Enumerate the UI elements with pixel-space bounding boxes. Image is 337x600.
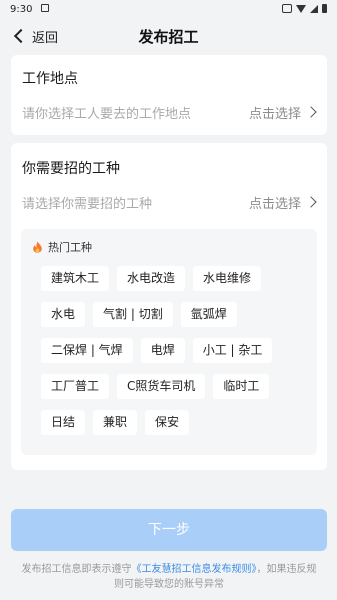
job-type-select-action[interactable]: 点击选择 bbox=[249, 193, 301, 212]
hot-job-types-title: 热门工种 bbox=[32, 239, 92, 255]
job-tag[interactable]: 兼职 bbox=[93, 410, 138, 435]
job-type-card: 你需要招的工种 请选择你需要招的工种 点击选择 热门工种 建筑木工 水电改造 水… bbox=[11, 143, 327, 470]
tag-row: 工厂普工 C照货车司机 临时工 bbox=[41, 374, 270, 399]
location-heading: 工作地点 bbox=[22, 71, 78, 87]
job-tag[interactable]: 小工 | 杂工 bbox=[192, 338, 273, 363]
location-select-row[interactable]: 请你选择工人要去的工作地点 点击选择 bbox=[22, 101, 317, 123]
job-tag[interactable]: 建筑木工 bbox=[41, 266, 110, 291]
status-icons bbox=[282, 4, 327, 13]
signal-icon bbox=[310, 4, 318, 13]
chevron-left-icon bbox=[13, 28, 29, 44]
job-tag[interactable]: 工厂普工 bbox=[41, 374, 110, 399]
vibrate-icon bbox=[282, 4, 292, 13]
job-tag[interactable]: 水电 bbox=[41, 302, 86, 327]
job-tag[interactable]: 电焊 bbox=[140, 338, 185, 363]
back-button[interactable]: 返回 bbox=[12, 26, 58, 46]
back-label: 返回 bbox=[32, 30, 59, 46]
next-step-button[interactable]: 下一步 bbox=[11, 509, 327, 551]
rules-link[interactable]: 《工友慧招工信息发布规则》 bbox=[132, 564, 257, 575]
location-card: 工作地点 请你选择工人要去的工作地点 点击选择 bbox=[11, 55, 327, 135]
job-tag[interactable]: 水电改造 bbox=[117, 266, 186, 291]
tag-row: 建筑木工 水电改造 水电维修 bbox=[41, 266, 262, 291]
job-tag[interactable]: C照货车司机 bbox=[117, 374, 206, 399]
location-placeholder: 请你选择工人要去的工作地点 bbox=[22, 107, 192, 122]
job-type-placeholder: 请选择你需要招的工种 bbox=[22, 197, 153, 212]
job-type-select-row[interactable]: 请选择你需要招的工种 点击选择 bbox=[22, 191, 317, 213]
battery-icon bbox=[322, 4, 327, 13]
hot-job-types-panel: 热门工种 建筑木工 水电改造 水电维修 水电 气割 | 切割 氩弧焊 二保焊 |… bbox=[21, 229, 317, 455]
tag-row: 水电 气割 | 切割 氩弧焊 bbox=[41, 302, 237, 327]
location-select-action[interactable]: 点击选择 bbox=[249, 103, 301, 122]
job-tag[interactable]: 临时工 bbox=[213, 374, 270, 399]
job-tag[interactable]: 水电维修 bbox=[193, 266, 262, 291]
tag-row: 二保焊 | 气焊 电焊 小工 | 杂工 bbox=[41, 338, 273, 363]
tag-row: 日结 兼职 保安 bbox=[41, 410, 190, 435]
job-tag[interactable]: 二保焊 | 气焊 bbox=[41, 338, 133, 363]
job-tag[interactable]: 日结 bbox=[41, 410, 86, 435]
fire-icon bbox=[33, 241, 42, 253]
footer-notice: 发布招工信息即表示遵守《工友慧招工信息发布规则》，如果违反规则可能导致您的账号异… bbox=[18, 562, 320, 592]
hot-job-types-label: 热门工种 bbox=[48, 241, 92, 254]
job-tag[interactable]: 气割 | 切割 bbox=[93, 302, 173, 327]
job-tag[interactable]: 氩弧焊 bbox=[180, 302, 237, 327]
job-type-heading: 你需要招的工种 bbox=[22, 161, 120, 177]
footer-prefix: 发布招工信息即表示遵守 bbox=[21, 564, 132, 575]
wifi-icon bbox=[296, 4, 306, 13]
status-time: 9:30 bbox=[10, 4, 33, 15]
chevron-right-icon bbox=[305, 106, 317, 118]
notification-icon bbox=[41, 4, 49, 12]
nav-bar: 发布招工 返回 bbox=[0, 20, 337, 52]
status-bar: 9:30 bbox=[0, 0, 337, 20]
chevron-right-icon bbox=[305, 196, 317, 208]
job-tag[interactable]: 保安 bbox=[145, 410, 190, 435]
